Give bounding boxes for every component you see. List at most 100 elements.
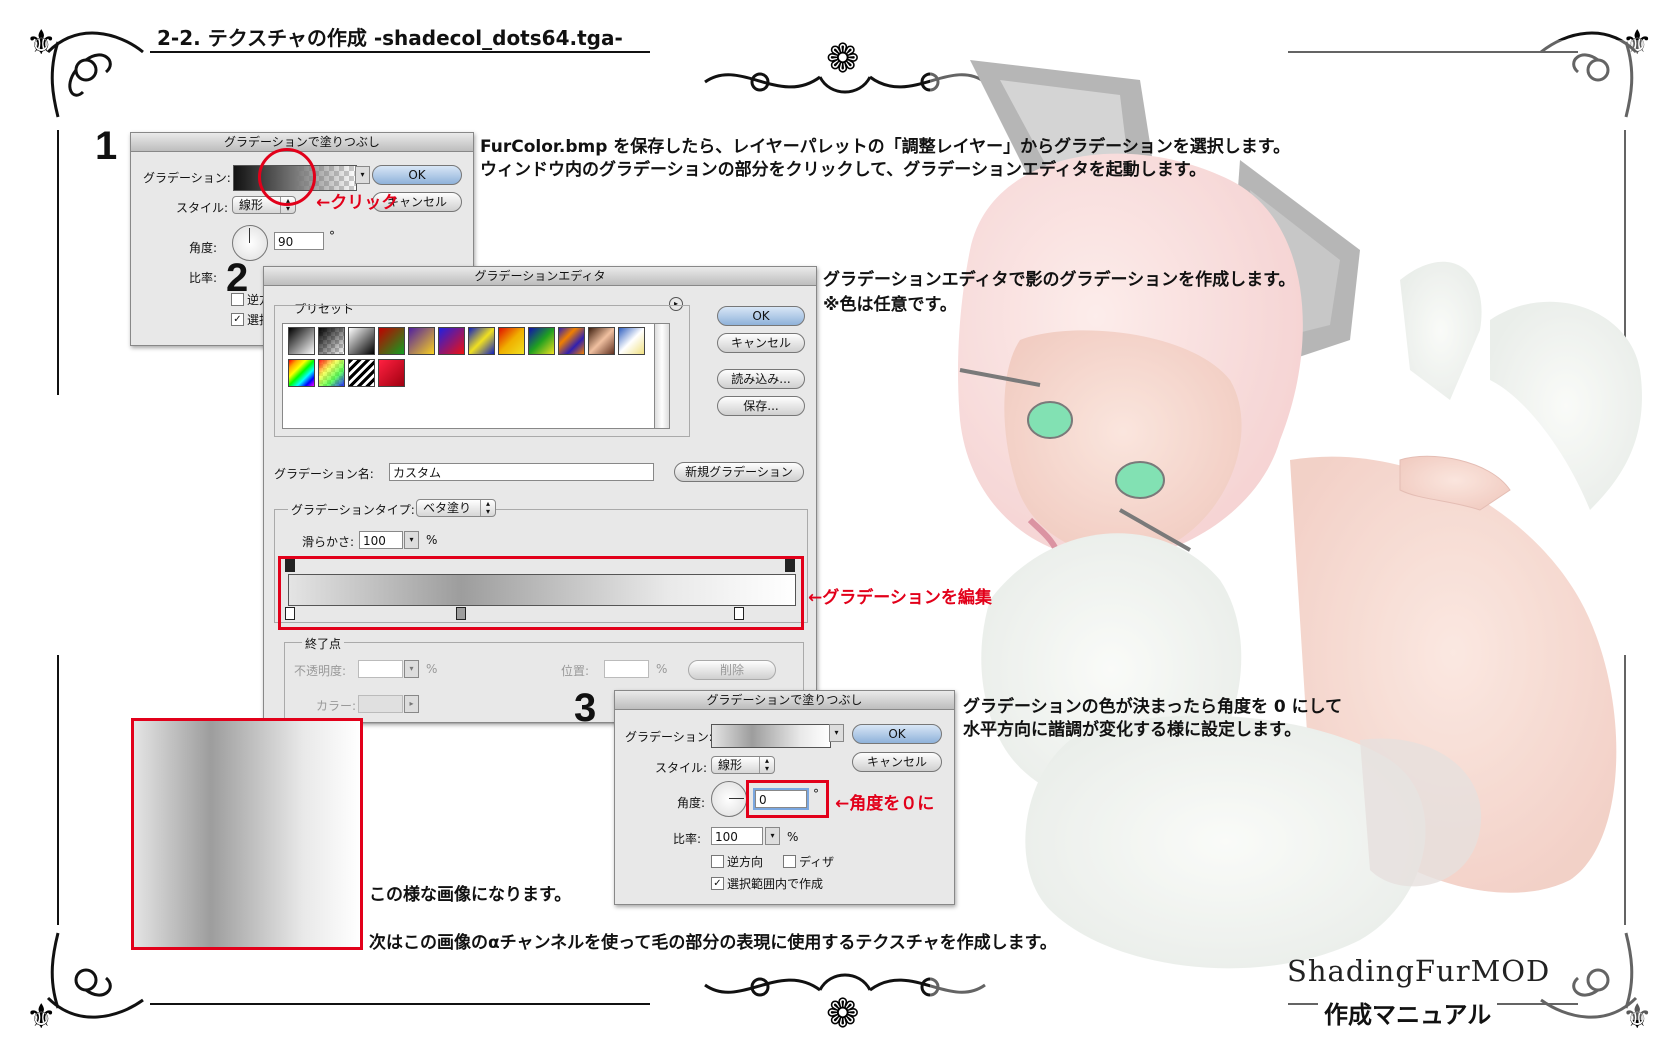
footer-subtitle: 作成マニュアル [1318, 995, 1498, 1030]
dialog3-dither-checkbox[interactable] [783, 855, 796, 868]
preset-swatch[interactable] [588, 327, 615, 355]
preset-swatch[interactable] [528, 327, 555, 355]
preset-swatch[interactable] [498, 327, 525, 355]
select-arrows-icon: ▴ ▾ [759, 757, 774, 773]
footer-logo: ShadingFurMOD [1287, 954, 1551, 988]
step-3-number: 3 [574, 686, 597, 730]
dialog3-scale-label: 比率: [673, 832, 702, 846]
preset-swatch[interactable] [438, 327, 465, 355]
dialog3-angle-dial[interactable] [711, 781, 747, 817]
dialog3-scale-input[interactable]: 100 [711, 827, 763, 845]
dialog3-gradient-preview[interactable] [711, 724, 831, 748]
editor-opacity-label: 不透明度: [294, 664, 347, 678]
result-gradient-preview [131, 718, 363, 950]
editor-color-dropdown[interactable]: ▸ [404, 695, 419, 713]
step-1-number: 1 [95, 124, 118, 168]
gradient-edit-highlight [278, 556, 804, 630]
dialog3-cancel-button[interactable]: キャンセル [852, 752, 942, 772]
editor-opacity-input[interactable] [358, 660, 403, 678]
dialog1-select-checkbox[interactable]: ✓ [231, 313, 244, 326]
editor-color-label: カラー: [316, 699, 357, 713]
corner-ornament-bottom-left: ⚜ [26, 932, 144, 1037]
left-rule-bottom [57, 655, 59, 925]
editor-location-percent: % [656, 662, 668, 676]
dialog1-degree: ° [329, 229, 335, 243]
dialog3-reverse-checkbox[interactable] [711, 855, 724, 868]
preset-swatch[interactable] [558, 327, 585, 355]
editor-smooth-label: 滑らかさ: [302, 535, 355, 549]
preset-swatch[interactable] [288, 327, 315, 355]
svg-text:❁: ❁ [826, 36, 860, 82]
preset-swatch[interactable] [408, 327, 435, 355]
editor-name-label: グラデーション名: [274, 467, 374, 481]
preset-swatch[interactable] [348, 359, 375, 387]
editor-new-gradient-button[interactable]: 新規グラデーション [674, 462, 804, 482]
select-arrows-icon: ▴ ▾ [480, 500, 495, 516]
preset-swatch[interactable] [348, 327, 375, 355]
preset-swatch[interactable] [288, 359, 315, 387]
editor-type-value: ベタ塗り [423, 501, 472, 515]
top-rule-left [150, 51, 650, 53]
editor-save-button[interactable]: 保存... [717, 396, 805, 416]
editor-type-select[interactable]: ベタ塗り ▴ ▾ [416, 499, 496, 517]
dialog1-angle-input[interactable]: 90 [274, 232, 324, 250]
editor-ok-button[interactable]: OK [717, 306, 805, 326]
svg-text:⚜: ⚜ [26, 23, 56, 63]
editor-title: グラデーションエディタ [264, 267, 816, 286]
dialog1-ok-button[interactable]: OK [372, 165, 462, 185]
dialog3-reverse-label: 逆方向 [727, 855, 764, 869]
angle-highlight [746, 780, 829, 818]
dialog3-angle-label: 角度: [677, 796, 706, 810]
svg-text:⚜: ⚜ [26, 997, 56, 1037]
preset-swatch[interactable] [468, 327, 495, 355]
bottom-rule-left [150, 1003, 650, 1005]
dialog1-scale-label: 比率: [189, 271, 218, 285]
step3-line1: グラデーションの色が決まったら角度を 0 にして [963, 697, 1343, 717]
dialog1-title: グラデーションで塗りつぶし [131, 133, 473, 152]
dialog3-gradient-label: グラデーション: [625, 730, 713, 744]
preset-swatch[interactable] [618, 327, 645, 355]
left-rule-top [57, 130, 59, 395]
editor-endpoint-label: 終了点 [302, 635, 345, 652]
gradient-editor-dialog: グラデーションエディタ プリセット ▸ OK キャンセル 読み込み... 保存.… [263, 266, 817, 724]
result-line1: この様な画像になります。 [369, 885, 572, 905]
editor-delete-button[interactable]: 削除 [688, 660, 776, 680]
dialog3-align-label: 選択範囲内で作成 [727, 877, 824, 891]
editor-location-input[interactable] [604, 660, 649, 678]
preset-swatch[interactable] [378, 359, 405, 387]
dialog3-scale-percent: % [787, 830, 799, 844]
editor-name-input[interactable]: カスタム [389, 463, 654, 481]
editor-smooth-percent: % [426, 533, 438, 547]
preset-swatch[interactable] [318, 327, 345, 355]
step1-line1: FurColor.bmp を保存したら、レイヤーパレットの「調整レイヤー」からグ… [480, 137, 1291, 157]
editor-opacity-dropdown[interactable]: ▾ [404, 660, 419, 678]
dialog1-gradient-dropdown[interactable]: ▾ [355, 166, 370, 184]
dialog3-style-select[interactable]: 線形 ▴ ▾ [711, 756, 775, 774]
preset-swatch[interactable] [318, 359, 345, 387]
editor-color-swatch[interactable] [358, 695, 403, 713]
editor-cancel-button[interactable]: キャンセル [717, 333, 805, 353]
annotation-edit-gradient: ←グラデーションを編集 [808, 588, 992, 608]
preset-swatch[interactable] [378, 327, 405, 355]
result-line2: 次はこの画像のαチャンネルを使って毛の部分の表現に使用するテクスチャを作成します… [369, 933, 1057, 953]
dialog3-title: グラデーションで塗りつぶし [615, 691, 954, 710]
editor-location-label: 位置: [561, 664, 590, 678]
dialog3-style-label: スタイル: [655, 761, 708, 775]
editor-smooth-input[interactable]: 100 [359, 531, 403, 549]
dialog3-scale-dropdown[interactable]: ▾ [765, 827, 780, 845]
annotation-angle-zero: ←角度を０に [835, 794, 935, 814]
editor-smooth-dropdown[interactable]: ▾ [404, 531, 419, 549]
page-title: 2-2. テクスチャの作成 -shadecol_dots64.tga- [157, 26, 623, 50]
dialog1-gradient-label: グラデーション: [143, 171, 231, 185]
dialog3-ok-button[interactable]: OK [852, 724, 942, 744]
annotation-click: ←クリック [316, 193, 399, 213]
corner-ornament-top-left: ⚜ [26, 23, 144, 118]
step-2-number: 2 [226, 256, 249, 300]
dialog3-gradient-dropdown[interactable]: ▾ [829, 724, 844, 742]
editor-presets-scrollbar[interactable] [654, 323, 670, 429]
editor-load-button[interactable]: 読み込み... [717, 369, 805, 389]
step2-line2: ※色は任意です。 [823, 295, 957, 315]
dialog1-style-value: 線形 [239, 198, 264, 212]
svg-text:❁: ❁ [826, 991, 860, 1035]
dialog3-align-checkbox[interactable]: ✓ [711, 877, 724, 890]
